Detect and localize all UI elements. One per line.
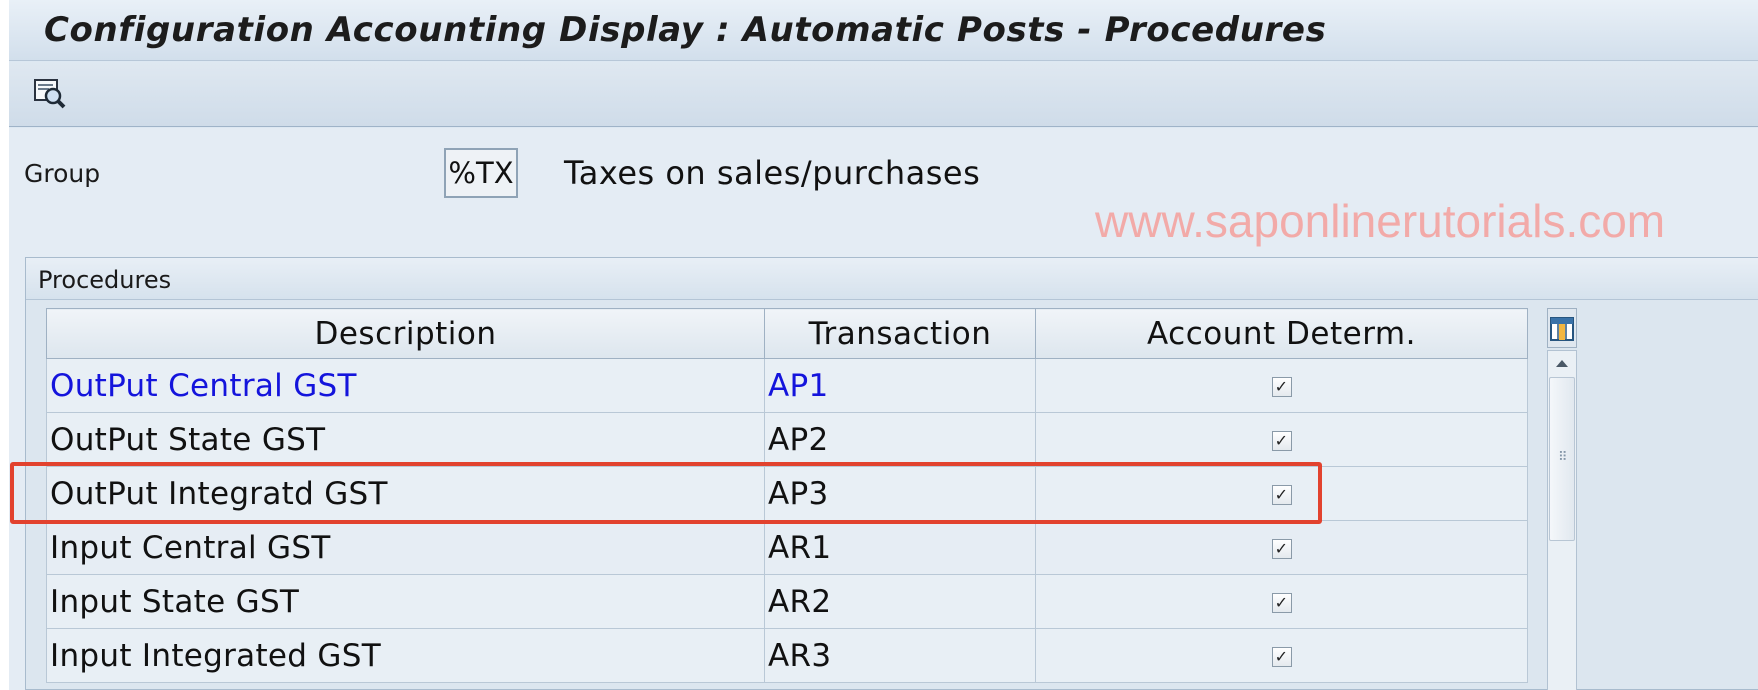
cell-account-determ: ✓ [1035,358,1528,413]
table-row[interactable]: Input State GST AR2 ✓ [46,574,1528,629]
sap-window: Configuration Accounting Display : Autom… [9,0,1758,690]
cell-description[interactable]: OutPut Central GST [46,358,765,413]
cell-description[interactable]: OutPut Integratd GST [46,466,765,521]
column-header-description[interactable]: Description [46,308,765,359]
cell-account-determ: ✓ [1035,466,1528,521]
checkbox-account-determ[interactable]: ✓ [1271,431,1292,451]
checkbox-account-determ[interactable]: ✓ [1271,377,1292,397]
scroll-up-button[interactable] [1548,351,1576,377]
procedures-panel: Procedures Description Transaction Accou… [25,257,1758,690]
cell-transaction[interactable]: AR3 [764,628,1036,683]
checkbox-account-determ[interactable]: ✓ [1271,539,1292,559]
table-settings-icon [1550,317,1574,341]
table-settings-button[interactable] [1547,308,1577,348]
scroll-thumb[interactable]: ⠿ [1549,377,1575,541]
cell-description[interactable]: Input Central GST [46,520,765,575]
cell-account-determ: ✓ [1035,574,1528,629]
table-row[interactable]: OutPut State GST AP2 ✓ [46,412,1528,467]
table-row[interactable]: OutPut Central GST AP1 ✓ [46,358,1528,413]
cell-transaction[interactable]: AR2 [764,574,1036,629]
panel-title: Procedures [38,266,172,294]
group-label: Group [24,159,101,188]
checkbox-account-determ[interactable]: ✓ [1271,593,1292,613]
checkbox-account-determ[interactable]: ✓ [1271,647,1292,667]
watermark: www.saponlinerutorials.com [1095,195,1666,247]
display-magnifier-icon [34,79,66,109]
cell-account-determ: ✓ [1035,412,1528,467]
cell-description[interactable]: Input State GST [46,574,765,629]
group-description: Taxes on sales/purchases [564,154,981,192]
content-area: Group %TX Taxes on sales/purchases www.s… [9,128,1758,690]
window-title: Configuration Accounting Display : Autom… [44,10,1327,50]
cell-transaction[interactable]: AP3 [764,466,1036,521]
cell-account-determ: ✓ [1035,628,1528,683]
title-bar: Configuration Accounting Display : Autom… [9,0,1758,61]
procedures-panel-header: Procedures [26,258,1758,300]
scroll-grip-icon: ⠿ [1558,450,1568,465]
vertical-scrollbar[interactable]: ⠿ [1547,350,1577,690]
cell-transaction[interactable]: AP1 [764,358,1036,413]
cell-transaction[interactable]: AP2 [764,412,1036,467]
application-toolbar [9,62,1758,127]
procedures-table: Description Transaction Account Determ. … [46,308,1528,683]
cell-description[interactable]: Input Integrated GST [46,628,765,683]
table-header-row: Description Transaction Account Determ. [46,308,1528,359]
table-row[interactable]: Input Integrated GST AR3 ✓ [46,628,1528,683]
table-row[interactable]: OutPut Integratd GST AP3 ✓ [46,466,1528,521]
checkbox-account-determ[interactable]: ✓ [1271,485,1292,505]
group-field[interactable]: %TX [444,148,518,198]
column-header-account-determ[interactable]: Account Determ. [1035,308,1528,359]
cell-transaction[interactable]: AR1 [764,520,1036,575]
table-row-highlighted[interactable]: Input Central GST AR1 ✓ [46,520,1528,575]
display-magnifier-button[interactable] [33,77,67,111]
scroll-up-arrow-icon [1556,360,1568,367]
cell-account-determ: ✓ [1035,520,1528,575]
cell-description[interactable]: OutPut State GST [46,412,765,467]
column-header-transaction[interactable]: Transaction [764,308,1036,359]
